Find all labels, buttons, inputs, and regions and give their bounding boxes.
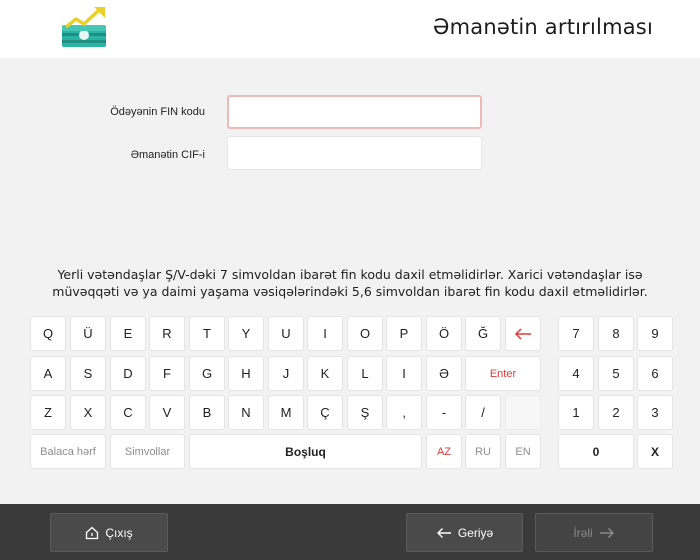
backspace-arrow-icon xyxy=(514,327,531,340)
key[interactable]: I xyxy=(307,316,343,351)
key[interactable]: U xyxy=(268,316,304,351)
numpad-key[interactable]: 2 xyxy=(598,395,634,430)
arrow-right-icon xyxy=(599,527,614,538)
lang-en-key[interactable]: EN xyxy=(505,434,541,469)
header: Əmanətin artırılması xyxy=(0,0,700,58)
key[interactable]: Q xyxy=(30,316,66,351)
key[interactable]: X xyxy=(70,395,106,430)
key[interactable]: Ç xyxy=(307,395,343,430)
enter-key[interactable]: Enter xyxy=(465,356,541,391)
key[interactable]: J xyxy=(268,356,304,391)
lang-az-key[interactable]: AZ xyxy=(426,434,462,469)
key[interactable]: M xyxy=(268,395,304,430)
fin-code-label: Ödəyənin FIN kodu xyxy=(110,106,205,118)
backspace-key[interactable] xyxy=(505,316,541,351)
home-icon xyxy=(86,526,99,539)
lang-ru-key[interactable]: RU xyxy=(465,434,501,469)
back-button-label: Geriyə xyxy=(457,525,494,540)
key[interactable]: V xyxy=(149,395,185,430)
key[interactable]: T xyxy=(189,316,225,351)
blank-key xyxy=(505,395,541,430)
exit-button-label: Çıxış xyxy=(105,525,133,540)
key[interactable]: H xyxy=(228,356,264,391)
key[interactable]: K xyxy=(307,356,343,391)
key[interactable]: D xyxy=(110,356,146,391)
key[interactable]: - xyxy=(426,395,462,430)
small-letters-key[interactable]: Balaca hərf xyxy=(30,434,106,469)
next-button-label: İrəli xyxy=(573,525,593,540)
money-growth-logo-icon xyxy=(62,7,106,47)
numpad-key[interactable]: 1 xyxy=(558,395,594,430)
key[interactable]: B xyxy=(189,395,225,430)
key[interactable]: Ğ xyxy=(465,316,501,351)
key[interactable]: E xyxy=(110,316,146,351)
footer-bar: Çıxış Geriyə İrəli xyxy=(0,504,700,560)
key[interactable]: P xyxy=(386,316,422,351)
numpad-key[interactable]: 4 xyxy=(558,356,594,391)
key[interactable]: Z xyxy=(30,395,66,430)
next-button[interactable]: İrəli xyxy=(535,513,653,552)
key[interactable]: Ə xyxy=(426,356,462,391)
key[interactable]: R xyxy=(149,316,185,351)
fin-code-hint: Yerli vətəndaşlar Ş/V-dəki 7 simvoldan i… xyxy=(0,266,700,300)
key[interactable]: S xyxy=(70,356,106,391)
key[interactable]: / xyxy=(465,395,501,430)
key[interactable]: F xyxy=(149,356,185,391)
exit-button[interactable]: Çıxış xyxy=(50,513,168,552)
key[interactable]: Ü xyxy=(70,316,106,351)
key[interactable]: O xyxy=(347,316,383,351)
hint-line-2: müvəqqəti və ya daimi yaşama vəsiqələrin… xyxy=(52,284,648,299)
key[interactable]: N xyxy=(228,395,264,430)
back-button[interactable]: Geriyə xyxy=(406,513,523,552)
numpad-key[interactable]: 7 xyxy=(558,316,594,351)
numpad-key[interactable]: 6 xyxy=(637,356,673,391)
key[interactable]: G xyxy=(189,356,225,391)
fin-code-input[interactable] xyxy=(227,95,482,129)
arrow-left-icon xyxy=(436,527,451,538)
key[interactable]: Ş xyxy=(347,395,383,430)
numpad-zero-key[interactable]: 0 xyxy=(558,434,634,469)
key[interactable]: C xyxy=(110,395,146,430)
space-key[interactable]: Boşluq xyxy=(189,434,422,469)
key[interactable]: L xyxy=(347,356,383,391)
cif-label: Əmanətin CIF-i xyxy=(130,149,205,161)
key[interactable]: Y xyxy=(228,316,264,351)
symbols-key[interactable]: Simvollar xyxy=(110,434,185,469)
numpad-key[interactable]: 9 xyxy=(637,316,673,351)
clear-key[interactable]: X xyxy=(637,434,673,469)
numpad-key[interactable]: 8 xyxy=(598,316,634,351)
cif-input[interactable] xyxy=(227,136,482,170)
key[interactable]: A xyxy=(30,356,66,391)
key[interactable]: , xyxy=(386,395,422,430)
key[interactable]: I xyxy=(386,356,422,391)
hint-line-1: Yerli vətəndaşlar Ş/V-dəki 7 simvoldan i… xyxy=(57,267,643,282)
numpad-key[interactable]: 3 xyxy=(637,395,673,430)
page-title: Əmanətin artırılması xyxy=(432,15,653,39)
key[interactable]: Ö xyxy=(426,316,462,351)
numpad-key[interactable]: 5 xyxy=(598,356,634,391)
